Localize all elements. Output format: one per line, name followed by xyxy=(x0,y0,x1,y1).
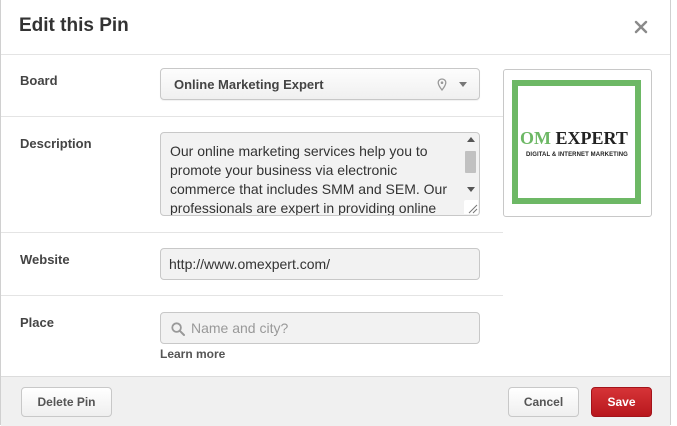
delete-pin-button[interactable]: Delete Pin xyxy=(21,387,112,417)
om-expert-logo: OM EXPERT DIGITAL & INTERNET MARKETING xyxy=(512,80,641,204)
scroll-up-icon[interactable] xyxy=(467,137,475,142)
logo-expert-text: EXPERT xyxy=(555,128,628,148)
description-label: Description xyxy=(20,136,92,151)
dialog-header: Edit this Pin xyxy=(1,0,670,55)
location-pin-icon xyxy=(437,78,447,92)
board-select[interactable]: Online Marketing Expert xyxy=(160,68,480,100)
description-text: Our online marketing services help you t… xyxy=(170,143,447,216)
place-input[interactable]: Name and city? xyxy=(160,312,480,344)
logo-om-text: OM xyxy=(520,128,551,148)
scrollbar-thumb[interactable] xyxy=(465,151,476,173)
save-button[interactable]: Save xyxy=(591,387,652,417)
place-label: Place xyxy=(20,315,54,330)
learn-more-link[interactable]: Learn more xyxy=(160,347,225,361)
dialog-title: Edit this Pin xyxy=(19,15,129,36)
place-input-placeholder: Name and city? xyxy=(191,320,289,336)
divider xyxy=(1,295,503,296)
pin-image-thumbnail: OM EXPERT DIGITAL & INTERNET MARKETING xyxy=(503,69,652,217)
divider xyxy=(1,232,503,233)
search-icon xyxy=(171,322,185,336)
website-input[interactable]: http://www.omexpert.com/ xyxy=(160,248,480,280)
logo-tagline: DIGITAL & INTERNET MARKETING xyxy=(526,152,628,158)
website-input-value: http://www.omexpert.com/ xyxy=(169,256,331,272)
cancel-button[interactable]: Cancel xyxy=(508,387,579,417)
description-scrollbar[interactable] xyxy=(464,135,477,205)
logo-wordmark: OM EXPERT xyxy=(520,128,628,149)
board-select-value: Online Marketing Expert xyxy=(174,77,324,92)
close-icon[interactable] xyxy=(632,18,650,36)
website-label: Website xyxy=(20,252,70,267)
description-textarea[interactable]: Our online marketing services help you t… xyxy=(160,132,480,216)
chevron-down-icon xyxy=(459,82,467,87)
board-label: Board xyxy=(20,73,58,88)
edit-pin-dialog: Edit this Pin Board Online Marketing Exp… xyxy=(0,0,671,426)
resize-handle-icon[interactable] xyxy=(464,200,478,214)
divider xyxy=(1,116,503,117)
dialog-footer: Delete Pin Cancel Save xyxy=(1,376,670,426)
scroll-down-icon[interactable] xyxy=(467,187,475,192)
